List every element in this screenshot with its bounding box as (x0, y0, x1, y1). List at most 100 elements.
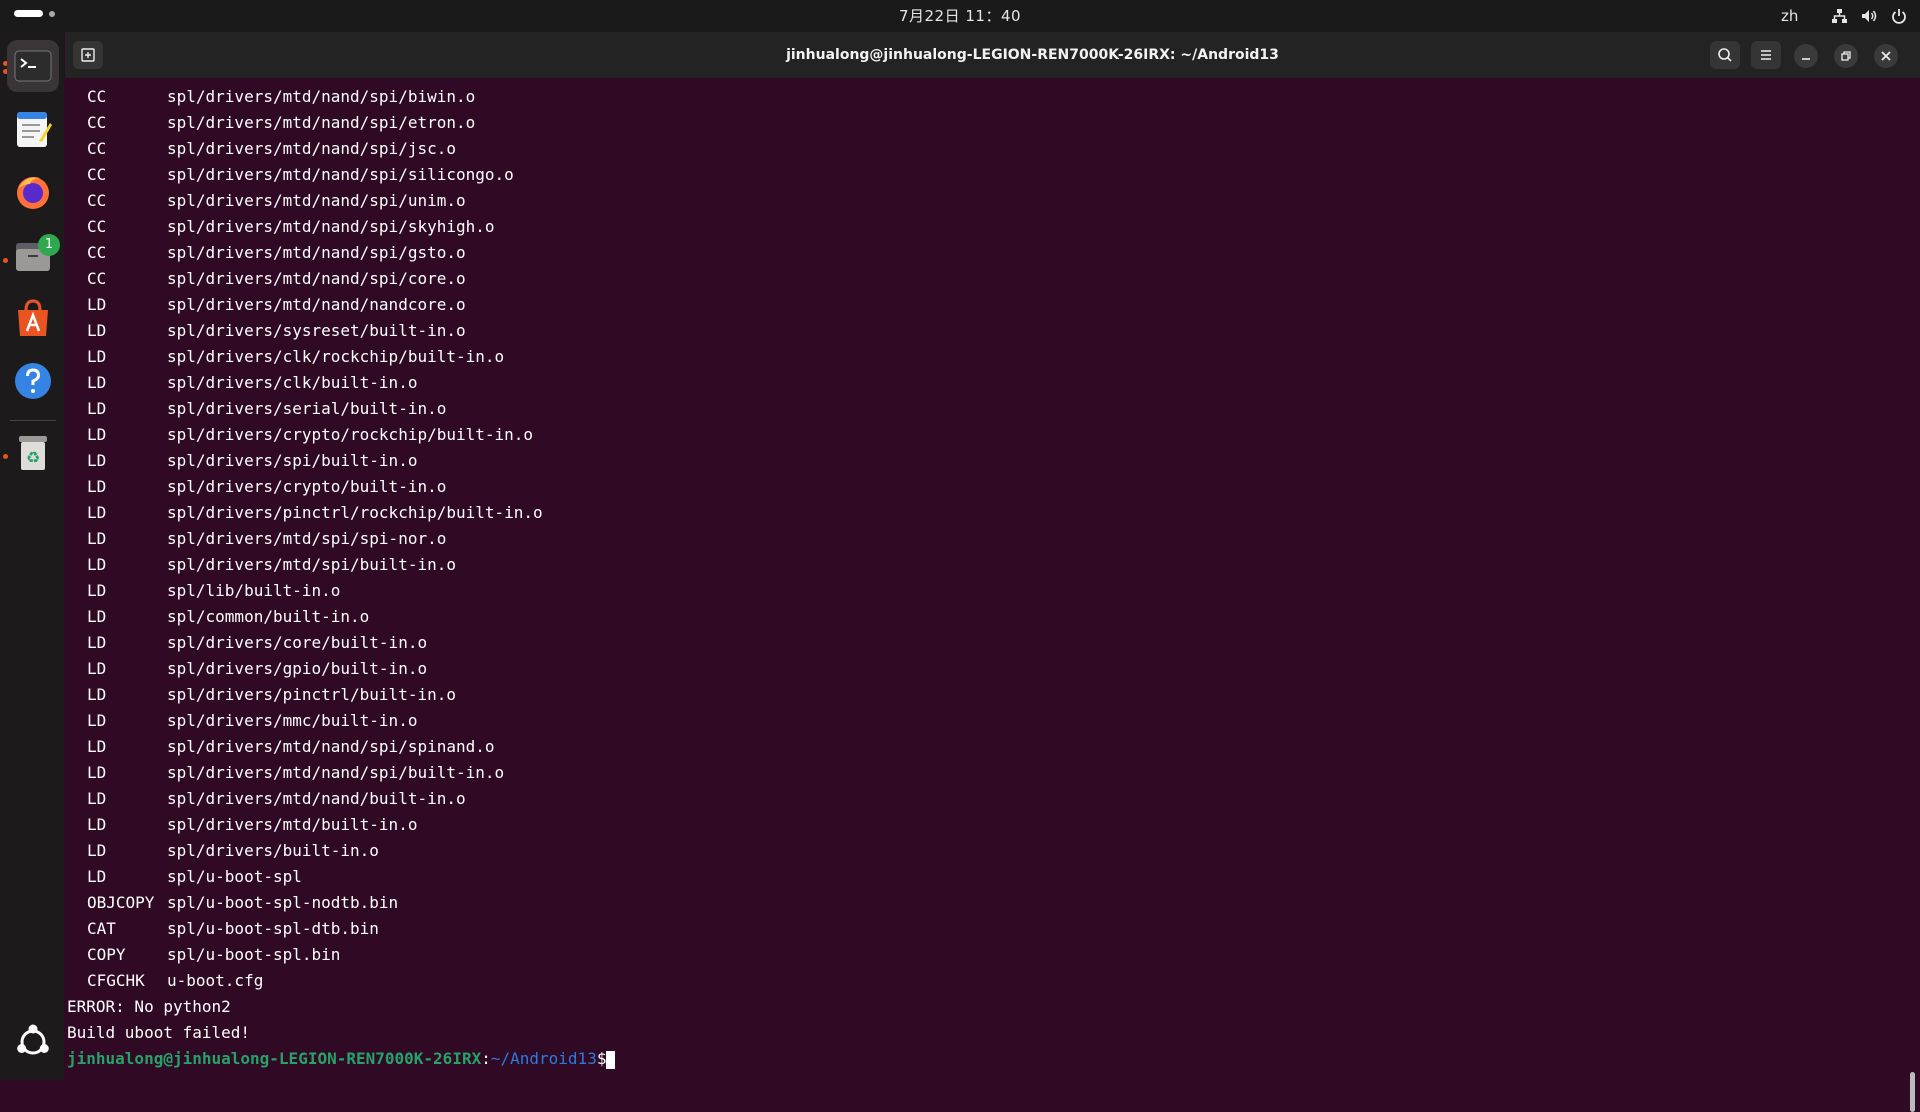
build-step-command: LD (87, 399, 107, 418)
build-step-command: CC (87, 243, 107, 262)
build-step-command: LD (87, 321, 107, 340)
show-apps-button[interactable] (7, 1016, 59, 1068)
build-step-command: LD (87, 477, 107, 496)
build-output-line: LD spl/drivers/mmc/built-in.o (67, 708, 615, 734)
build-step-command: LD (87, 867, 107, 886)
build-output-line: LD spl/drivers/spi/built-in.o (67, 448, 615, 474)
restore-button[interactable] (1834, 44, 1858, 68)
dock-text-editor[interactable] (7, 103, 59, 155)
build-step-command: LD (87, 555, 107, 574)
restore-icon (1841, 51, 1851, 61)
build-step-path: spl/drivers/mtd/nand/spi/core.o (167, 269, 466, 288)
search-button[interactable] (1710, 41, 1740, 69)
build-step-path: spl/drivers/clk/rockchip/built-in.o (167, 347, 505, 366)
build-output-line: CFGCHK u-boot.cfg (67, 968, 615, 994)
shell-prompt[interactable]: jinhualong@jinhualong-LEGION-REN7000K-26… (67, 1046, 616, 1072)
build-output-line: LD spl/drivers/mtd/nand/built-in.o (67, 786, 615, 812)
build-step-command: CC (87, 87, 107, 106)
firefox-icon (17, 177, 49, 209)
build-step-command: LD (87, 763, 107, 782)
build-output-line: LD spl/common/built-in.o (67, 604, 615, 630)
build-step-command: LD (87, 373, 107, 392)
build-step-path: spl/u-boot-spl (167, 867, 302, 886)
build-step-command: CAT (87, 919, 116, 938)
build-output-line: LD spl/drivers/pinctrl/rockchip/built-in.… (67, 500, 615, 526)
help-icon (15, 363, 51, 399)
build-step-command: LD (87, 737, 107, 756)
minimize-button[interactable] (1794, 44, 1818, 68)
build-step-command: LD (87, 581, 107, 600)
build-step-path: spl/lib/built-in.o (167, 581, 341, 600)
build-output-line: LD spl/drivers/sysreset/built-in.o (67, 318, 615, 344)
close-button[interactable] (1874, 44, 1898, 68)
build-step-command: CC (87, 269, 107, 288)
dock-app-center[interactable] (7, 292, 59, 344)
build-step-path: spl/common/built-in.o (167, 607, 370, 626)
system-tray[interactable] (1829, 6, 1909, 26)
top-bar: 7月22日 11：40 zh (0, 0, 1920, 32)
build-step-path: spl/u-boot-spl-nodtb.bin (167, 893, 399, 912)
text-cursor (606, 1050, 616, 1069)
prompt-symbol: $ (596, 1049, 607, 1068)
terminal-output[interactable]: CC spl/drivers/mtd/nand/spi/biwin.o CC spl/… (65, 78, 1920, 1112)
window-header-bar: jinhualong@jinhualong-LEGION-REN7000K-26… (65, 32, 1920, 78)
dock-help[interactable] (7, 355, 59, 407)
prompt-path: ~/Android13 (490, 1049, 597, 1068)
error-message: ERROR: No python2 (67, 997, 231, 1016)
dock-terminal[interactable] (7, 40, 59, 92)
input-language-indicator[interactable]: zh (1781, 0, 1798, 32)
build-step-path: spl/drivers/mtd/nand/spi/skyhigh.o (167, 217, 495, 236)
build-step-command: LD (87, 711, 107, 730)
build-step-command: LD (87, 295, 107, 314)
menu-button[interactable] (1751, 41, 1781, 69)
build-output-line: LD spl/drivers/serial/built-in.o (67, 396, 615, 422)
build-step-path: spl/drivers/clk/built-in.o (167, 373, 418, 392)
build-output-line: CC spl/drivers/mtd/nand/spi/core.o (67, 266, 615, 292)
build-step-path: spl/drivers/mtd/nand/spi/unim.o (167, 191, 466, 210)
dock: 1 ♻ (0, 32, 64, 1080)
build-step-path: spl/drivers/core/built-in.o (167, 633, 428, 652)
build-step-path: spl/drivers/mtd/nand/nandcore.o (167, 295, 466, 314)
build-output-line: CC spl/drivers/mtd/nand/spi/skyhigh.o (67, 214, 615, 240)
minimize-icon (1802, 58, 1810, 60)
build-output-line: LD spl/drivers/mtd/nand/spi/spinand.o (67, 734, 615, 760)
close-icon (1881, 51, 1891, 61)
build-output-line: LD spl/lib/built-in.o (67, 578, 615, 604)
build-output-line: LD spl/drivers/crypto/built-in.o (67, 474, 615, 500)
scrollbar[interactable] (1910, 1072, 1915, 1112)
build-output-line: CC spl/drivers/mtd/nand/spi/gsto.o (67, 240, 615, 266)
build-step-command: OBJCOPY (87, 893, 155, 912)
build-step-command: LD (87, 503, 107, 522)
build-step-command: CC (87, 217, 107, 236)
build-output-line: LD spl/drivers/mtd/nand/spi/built-in.o (67, 760, 615, 786)
build-failed-message: Build uboot failed! (67, 1023, 251, 1042)
build-step-command: LD (87, 451, 107, 470)
build-step-path: spl/drivers/mtd/spi/spi-nor.o (167, 529, 447, 548)
volume-icon (1862, 10, 1877, 22)
build-step-path: spl/drivers/mtd/nand/spi/gsto.o (167, 243, 466, 262)
build-output-line: LD spl/drivers/mtd/spi/built-in.o (67, 552, 615, 578)
build-output-line: CC spl/drivers/mtd/nand/spi/unim.o (67, 188, 615, 214)
build-output-line: LD spl/drivers/mtd/spi/spi-nor.o (67, 526, 615, 552)
build-step-command: CFGCHK (87, 971, 145, 990)
build-output-line: LD spl/drivers/clk/rockchip/built-in.o (67, 344, 615, 370)
build-step-command: CC (87, 113, 107, 132)
clock[interactable]: 7月22日 11：40 (0, 0, 1920, 32)
build-step-command: CC (87, 165, 107, 184)
hamburger-menu-icon (1761, 50, 1771, 60)
build-step-path: spl/drivers/mtd/nand/spi/built-in.o (167, 763, 505, 782)
build-step-command: LD (87, 529, 107, 548)
build-step-path: spl/drivers/serial/built-in.o (167, 399, 447, 418)
build-output-line: LD spl/drivers/clk/built-in.o (67, 370, 615, 396)
svg-text:♻: ♻ (26, 448, 40, 467)
build-step-path: spl/drivers/mtd/spi/built-in.o (167, 555, 456, 574)
build-step-path: spl/u-boot-spl.bin (167, 945, 341, 964)
terminal-icon (14, 50, 52, 82)
dock-trash[interactable]: ♻ (7, 426, 59, 478)
build-output-line: CAT spl/u-boot-spl-dtb.bin (67, 916, 615, 942)
terminal-lines: CC spl/drivers/mtd/nand/spi/biwin.o CC spl/… (67, 84, 616, 1072)
dock-firefox[interactable] (7, 166, 59, 218)
build-output-line: CC spl/drivers/mtd/nand/spi/silicongo.o (67, 162, 615, 188)
build-step-command: LD (87, 789, 107, 808)
dock-separator (10, 420, 56, 421)
